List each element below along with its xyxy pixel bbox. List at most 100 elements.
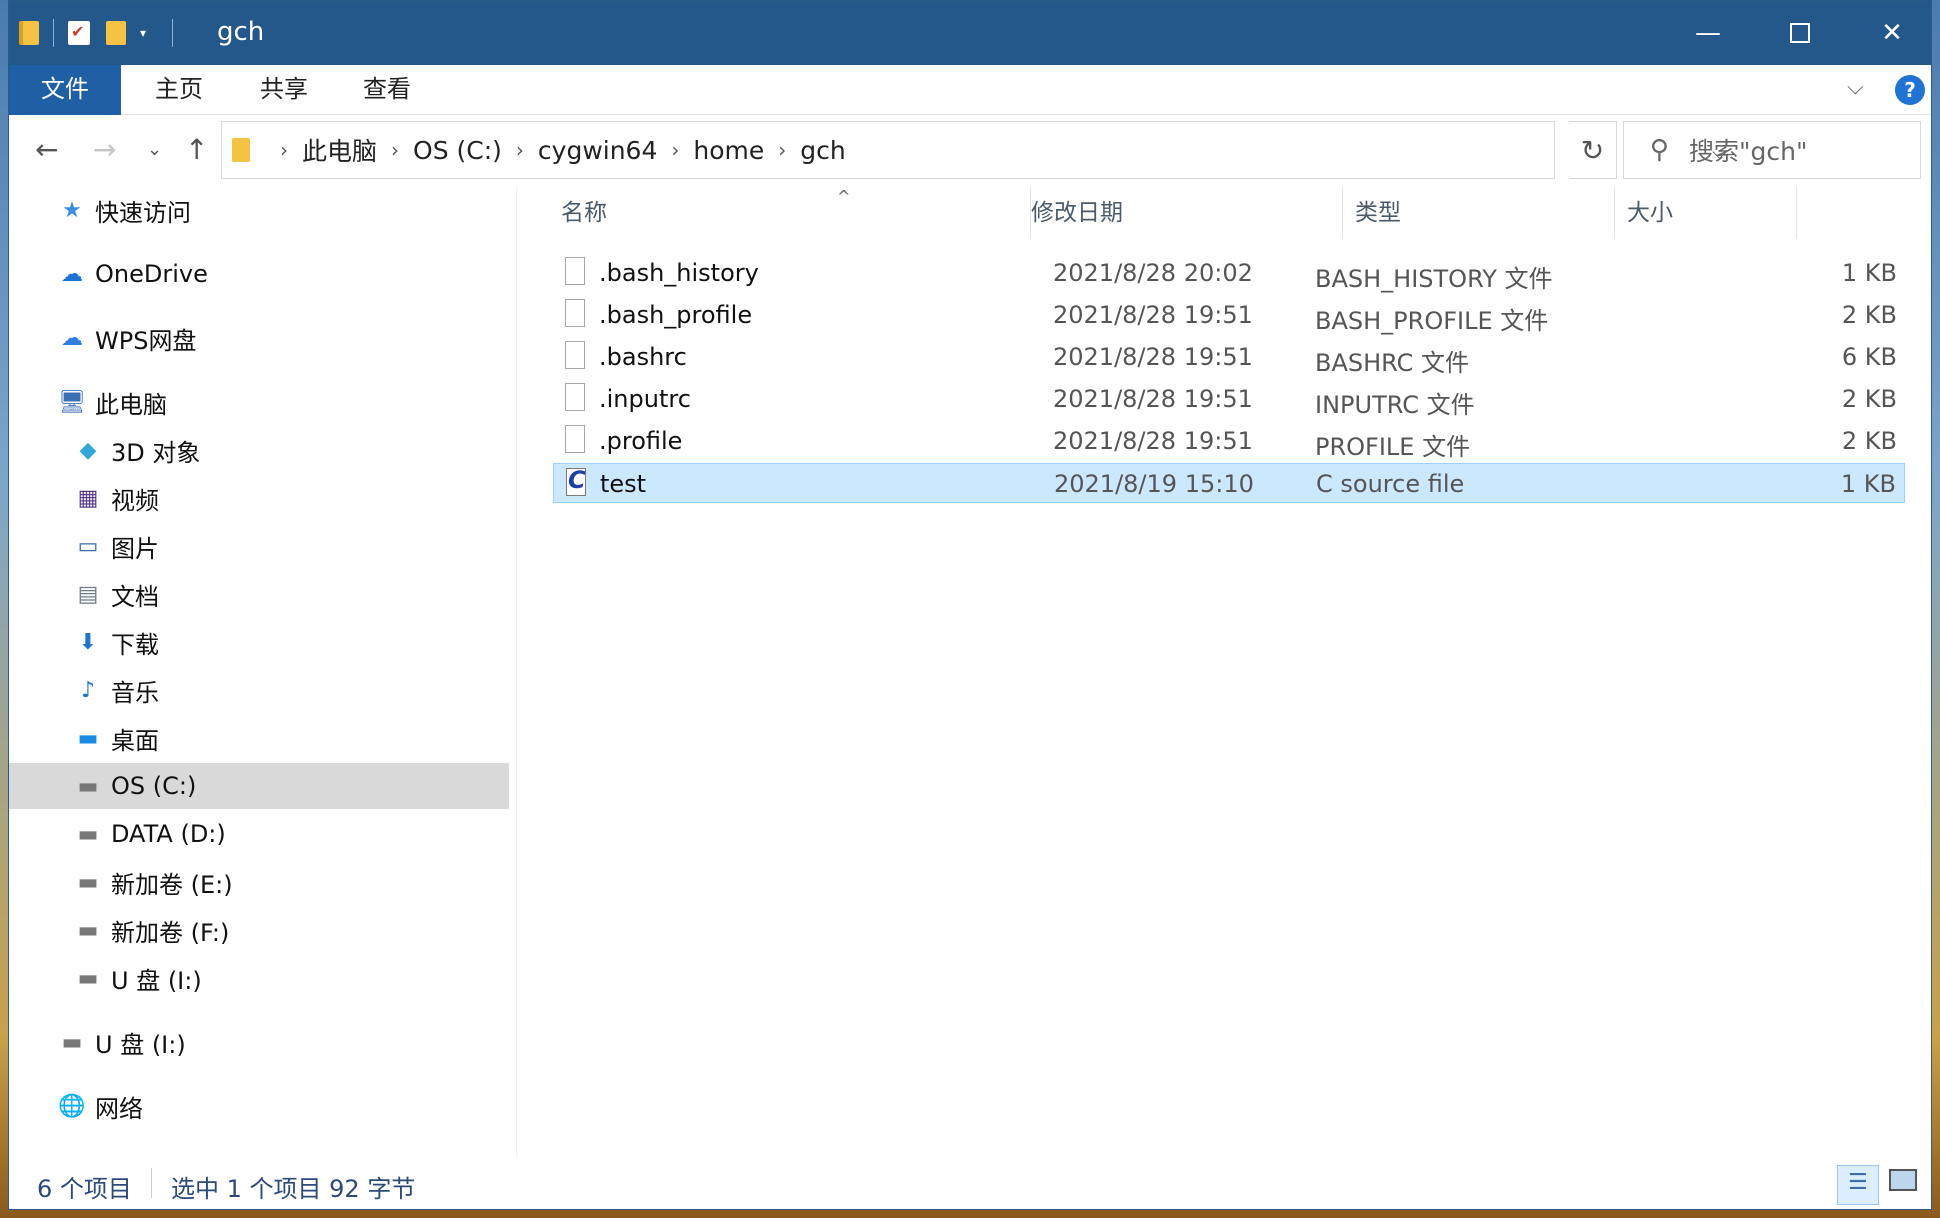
sidebar-item-data-d[interactable]: ▬ DATA (D:) — [9, 811, 509, 857]
breadcrumb-gch[interactable]: gch — [800, 136, 845, 165]
search-input[interactable]: ⚲ 搜索"gch" — [1623, 121, 1921, 179]
column-header-name[interactable]: 名称 — [549, 187, 1031, 239]
address-bar[interactable]: › 此电脑 › OS (C:) › cygwin64 › home › gch … — [221, 121, 1727, 179]
file-name: .bashrc — [599, 343, 687, 371]
file-name: .profile — [599, 427, 683, 455]
sidebar-item-label: WPS网盘 — [95, 326, 197, 355]
sidebar-item-label: 网络 — [95, 1094, 143, 1123]
sidebar-item-documents[interactable]: ▤ 文档 — [9, 571, 509, 617]
file-date: 2021/8/28 19:51 — [1053, 343, 1253, 371]
status-bar: 6 个项目 选中 1 个项目 92 字节 — [9, 1157, 1931, 1209]
sidebar-item-onedrive[interactable]: ☁ OneDrive — [9, 251, 509, 297]
sidebar-item-label: U 盘 (I:) — [95, 1030, 186, 1059]
properties-icon[interactable] — [68, 21, 90, 45]
file-type: BASH_PROFILE 文件 — [1315, 307, 1549, 335]
drive-icon: ▬ — [77, 917, 99, 943]
new-folder-icon[interactable] — [106, 21, 126, 45]
file-row[interactable]: .bash_profile 2021/8/28 19:51 BASH_PROFI… — [553, 295, 1905, 335]
music-icon: ♪ — [80, 677, 96, 703]
breadcrumb-this-pc[interactable]: 此电脑 — [302, 132, 377, 168]
drive-icon: ▬ — [77, 821, 99, 847]
file-size: 1 KB — [1841, 259, 1897, 287]
cloud-icon: ☁ — [61, 261, 83, 287]
file-row-selected[interactable]: test 2021/8/19 15:10 C source file 1 KB — [553, 463, 1905, 503]
breadcrumb-cygwin64[interactable]: cygwin64 — [538, 136, 657, 165]
file-name: .bash_profile — [599, 301, 753, 329]
file-type: BASHRC 文件 — [1315, 349, 1470, 377]
sidebar-item-wps-cloud[interactable]: ☁ WPS网盘 — [9, 315, 509, 361]
breadcrumb-chevron-icon[interactable]: › — [391, 138, 399, 162]
sidebar-item-volume-e[interactable]: ▬ 新加卷 (E:) — [9, 859, 509, 905]
refresh-button[interactable]: ↻ — [1569, 121, 1617, 179]
sidebar-item-label: 此电脑 — [95, 390, 167, 419]
sidebar-item-3d-objects[interactable]: ◆ 3D 对象 — [9, 427, 509, 473]
file-type: INPUTRC 文件 — [1315, 391, 1475, 419]
file-date: 2021/8/28 19:51 — [1053, 385, 1253, 413]
file-size: 1 KB — [1840, 470, 1896, 498]
tab-view[interactable]: 查看 — [347, 65, 427, 115]
breadcrumb-chevron-icon[interactable]: › — [516, 138, 524, 162]
sidebar-item-volume-f[interactable]: ▬ 新加卷 (F:) — [9, 907, 509, 953]
tab-share[interactable]: 共享 — [244, 65, 324, 115]
selection-info: 选中 1 个项目 92 字节 — [171, 1175, 416, 1203]
tab-home[interactable]: 主页 — [139, 65, 219, 115]
forward-button[interactable]: → — [93, 133, 116, 166]
file-icon — [565, 383, 585, 411]
wps-cloud-icon: ☁ — [61, 325, 83, 351]
sidebar-item-usb-i[interactable]: ▬ U 盘 (I:) — [9, 955, 509, 1001]
file-row[interactable]: .bash_history 2021/8/28 20:02 BASH_HISTO… — [553, 253, 1905, 293]
recent-locations-chevron-icon[interactable]: ⌄ — [147, 139, 162, 160]
folder-icon — [19, 21, 39, 45]
details-view-button[interactable] — [1837, 1165, 1879, 1205]
sidebar-item-label: 视频 — [111, 486, 159, 515]
close-button[interactable]: ✕ — [1847, 1, 1937, 65]
quick-access-toolbar: ▾ — [19, 15, 187, 51]
sidebar-item-usb-i-root[interactable]: ▬ U 盘 (I:) — [9, 1019, 509, 1065]
file-row[interactable]: .inputrc 2021/8/28 19:51 INPUTRC 文件 2 KB — [553, 379, 1905, 419]
maximize-button[interactable] — [1755, 1, 1845, 65]
large-icons-view-button[interactable] — [1889, 1169, 1917, 1191]
help-icon[interactable]: ? — [1895, 75, 1925, 105]
sidebar-item-label: 3D 对象 — [111, 438, 201, 467]
navigation-bar: ← → ⌄ ↑ › 此电脑 › OS (C:) › cygwin64 › hom… — [9, 115, 1931, 187]
sidebar-item-label: DATA (D:) — [111, 820, 226, 848]
back-button[interactable]: ← — [35, 133, 58, 166]
breadcrumb-os-c[interactable]: OS (C:) — [413, 136, 502, 165]
customize-toolbar-chevron-icon[interactable]: ▾ — [140, 26, 146, 40]
sidebar-item-videos[interactable]: ▦ 视频 — [9, 475, 509, 521]
up-button[interactable]: ↑ — [185, 133, 208, 166]
file-row[interactable]: .profile 2021/8/28 19:51 PROFILE 文件 2 KB — [553, 421, 1905, 461]
sidebar-item-downloads[interactable]: ⬇ 下载 — [9, 619, 509, 665]
sidebar-item-label: OneDrive — [95, 260, 208, 288]
file-date: 2021/8/28 19:51 — [1053, 301, 1253, 329]
file-type: C source file — [1316, 470, 1465, 498]
expand-ribbon-chevron-icon[interactable]: ⌵ — [1847, 75, 1864, 100]
breadcrumb-home[interactable]: home — [693, 136, 764, 165]
file-name: .bash_history — [599, 259, 759, 287]
search-icon: ⚲ — [1650, 135, 1670, 165]
breadcrumb-chevron-icon[interactable]: › — [778, 138, 786, 162]
sidebar-item-this-pc[interactable]: 🖥 此电脑 — [9, 379, 509, 425]
sidebar-item-os-c[interactable]: ▬ OS (C:) — [9, 763, 509, 809]
file-row[interactable]: .bashrc 2021/8/28 19:51 BASHRC 文件 6 KB — [553, 337, 1905, 377]
minimize-button[interactable]: — — [1663, 1, 1753, 65]
network-icon: 🌐 — [58, 1093, 86, 1119]
file-icon — [565, 257, 585, 285]
sidebar-item-music[interactable]: ♪ 音乐 — [9, 667, 509, 713]
file-name: .inputrc — [599, 385, 691, 413]
sidebar-item-network[interactable]: 🌐 网络 — [9, 1083, 509, 1129]
column-header-type[interactable]: 类型 — [1343, 187, 1615, 239]
column-header-size[interactable]: 大小 — [1615, 187, 1797, 239]
usb-drive-icon: ▬ — [61, 1029, 83, 1055]
sidebar-item-pictures[interactable]: ▭ 图片 — [9, 523, 509, 569]
star-icon: ★ — [62, 197, 82, 223]
ribbon-tabs: 文件 主页 共享 查看 ⌵ ? — [9, 65, 1931, 115]
sidebar-item-quick-access[interactable]: ★ 快速访问 — [9, 187, 509, 233]
tab-file[interactable]: 文件 — [9, 65, 121, 115]
breadcrumb-chevron-icon[interactable]: › — [280, 138, 288, 162]
column-header-date[interactable]: 修改日期 — [1019, 187, 1343, 239]
sidebar-item-label: 新加卷 (E:) — [111, 870, 233, 899]
breadcrumb-chevron-icon[interactable]: › — [671, 138, 679, 162]
sidebar-item-desktop[interactable]: ▬ 桌面 — [9, 715, 509, 761]
item-count: 6 个项目 — [37, 1175, 132, 1203]
